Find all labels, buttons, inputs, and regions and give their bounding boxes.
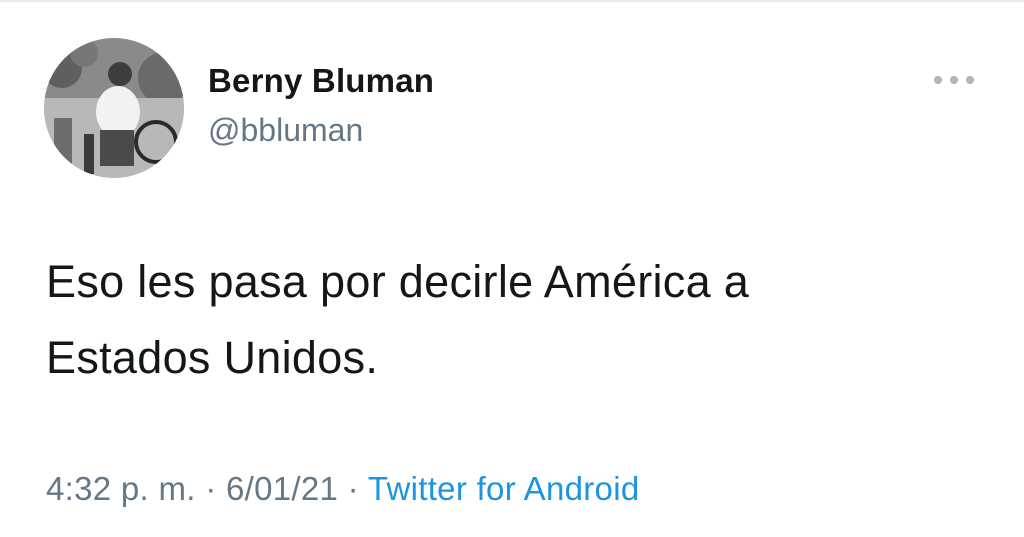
meta-separator: ·: [205, 470, 217, 507]
avatar[interactable]: [44, 38, 184, 178]
more-dot: [966, 76, 974, 84]
tweet-card: Berny Bluman @bbluman Eso les pasa por d…: [0, 0, 1024, 537]
more-options-icon[interactable]: [930, 66, 978, 94]
tweet-meta: 4:32 p. m. · 6/01/21 · Twitter for Andro…: [46, 470, 639, 508]
top-divider: [0, 0, 1024, 2]
more-dot: [950, 76, 958, 84]
profile-photo-icon: [44, 38, 184, 178]
more-dot: [934, 76, 942, 84]
tweet-time[interactable]: 4:32 p. m.: [46, 470, 196, 507]
tweet-text-line: Estados Unidos.: [46, 332, 379, 383]
meta-separator: ·: [347, 470, 359, 507]
tweet-date[interactable]: 6/01/21: [226, 470, 338, 507]
tweet-text: Eso les pasa por decirle América a Estad…: [46, 244, 976, 396]
tweet-source-link[interactable]: Twitter for Android: [368, 470, 640, 507]
author-name[interactable]: Berny Bluman: [208, 62, 434, 100]
tweet-text-line: Eso les pasa por decirle América a: [46, 256, 750, 307]
author-handle[interactable]: @bbluman: [208, 112, 363, 149]
